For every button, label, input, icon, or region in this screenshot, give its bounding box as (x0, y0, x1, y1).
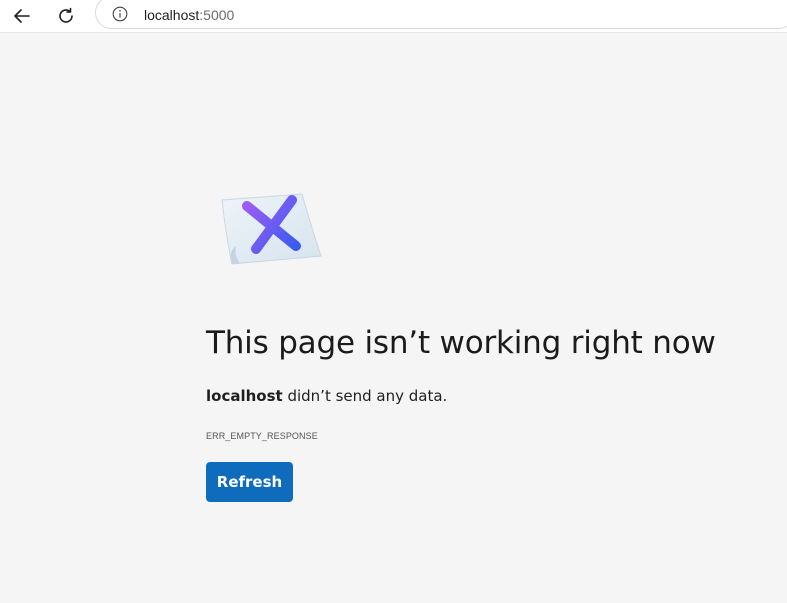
error-title: This page isn’t working right now (206, 325, 716, 361)
error-message: localhost didn’t send any data. (206, 386, 447, 406)
info-circle-icon[interactable] (112, 6, 128, 22)
back-button[interactable] (8, 2, 36, 30)
reload-button[interactable] (52, 2, 80, 30)
error-message-text: didn’t send any data. (282, 387, 448, 405)
arrow-left-icon (14, 9, 30, 23)
address-bar[interactable]: localhost:5000 (95, 0, 787, 29)
url-host: localhost (144, 7, 200, 23)
error-host: localhost (206, 387, 283, 405)
url-text[interactable]: localhost:5000 (144, 7, 234, 23)
error-x-note-icon (221, 193, 322, 265)
url-port: :5000 (199, 7, 235, 23)
reload-icon (59, 7, 73, 23)
browser-toolbar: localhost:5000 (0, 0, 787, 33)
error-code[interactable]: ERR_EMPTY_RESPONSE (206, 430, 318, 442)
refresh-button[interactable]: Refresh (206, 462, 293, 502)
